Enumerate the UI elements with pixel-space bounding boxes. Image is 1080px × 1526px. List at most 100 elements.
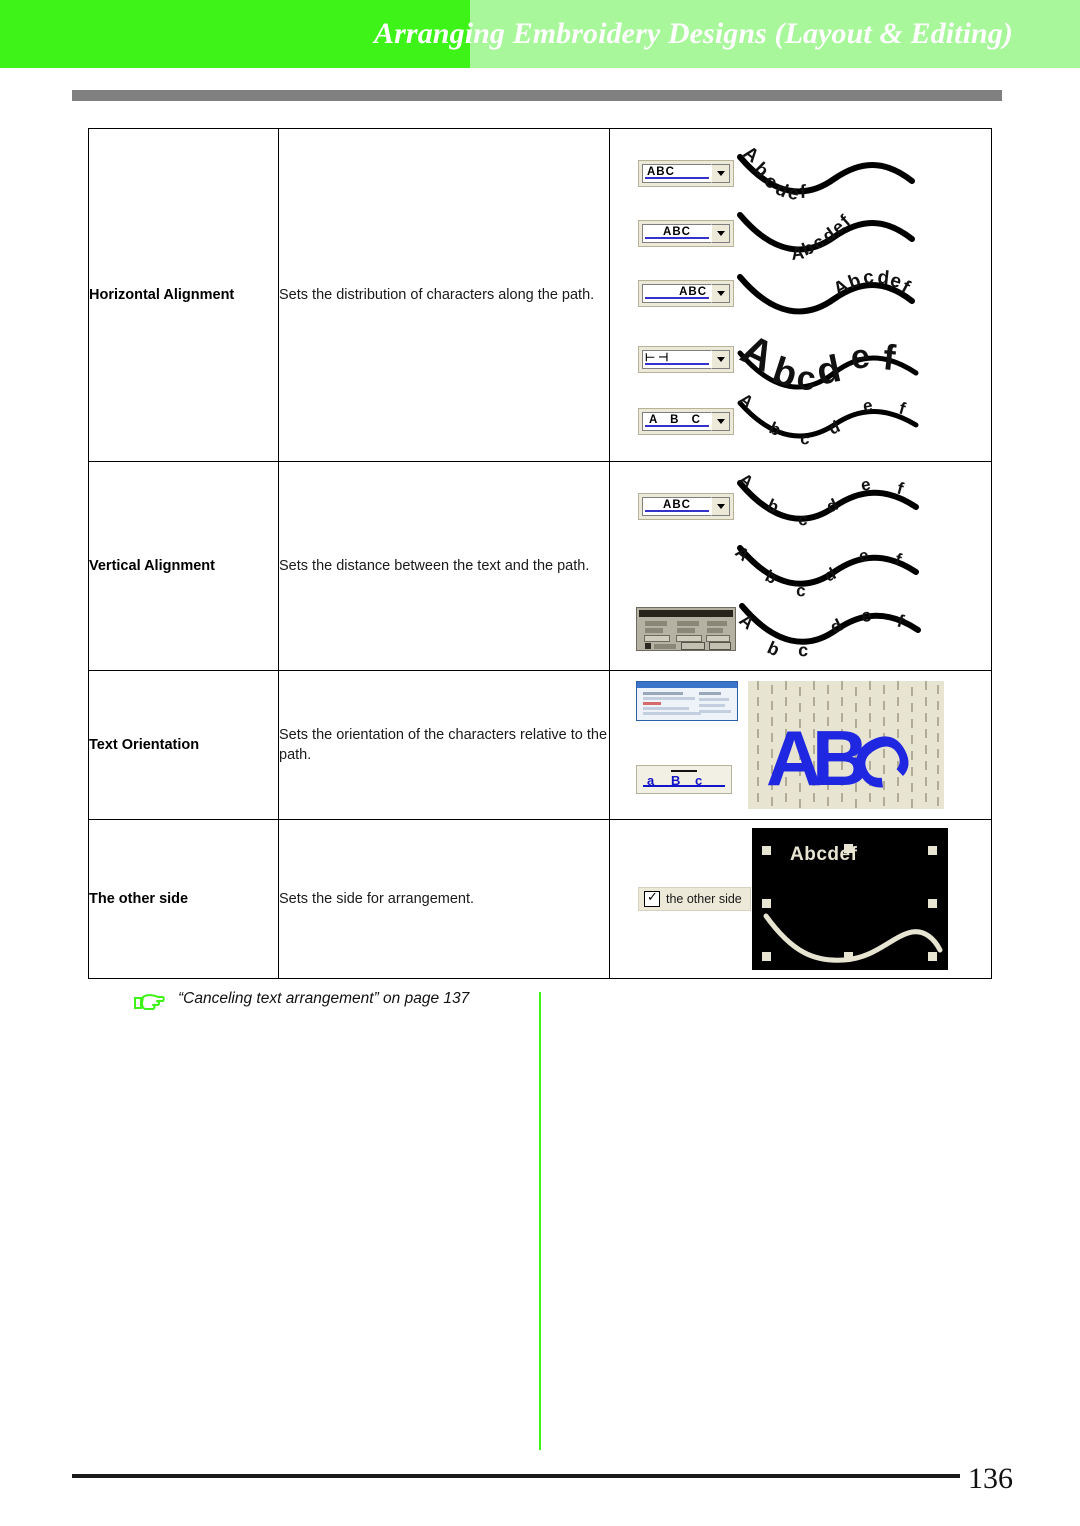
selection-handle[interactable] bbox=[762, 899, 771, 908]
row-description: Sets the side for arrangement. bbox=[278, 819, 610, 979]
row-figure-cell: a B c A B C bbox=[609, 670, 992, 820]
svg-text:A: A bbox=[735, 395, 757, 412]
vertical-alignment-dialog-screenshot[interactable] bbox=[636, 607, 736, 651]
selection-handle[interactable] bbox=[928, 952, 937, 961]
header-divider-rule bbox=[72, 90, 1002, 101]
chevron-down-icon[interactable] bbox=[711, 349, 730, 369]
check-icon: ✓ bbox=[647, 890, 658, 905]
page-number: 136 bbox=[960, 1462, 1013, 1496]
chevron-down-icon[interactable] bbox=[711, 496, 730, 516]
figure-row: ABC A b c d e f bbox=[610, 474, 991, 538]
svg-text:A: A bbox=[735, 475, 757, 492]
combo-value: ABC bbox=[663, 226, 691, 239]
stitch-grid: A B C bbox=[757, 681, 939, 809]
figure-row: ABC A b c d e f bbox=[610, 263, 991, 323]
figure-pane-vertical-alignment: ABC A b c d e f A b c d e f A b c d e f bbox=[610, 462, 991, 670]
path-text-preview-spread: A b c d e f bbox=[735, 395, 919, 447]
svg-text:A: A bbox=[736, 610, 758, 634]
selection-handle[interactable] bbox=[928, 846, 937, 855]
chevron-down-icon[interactable] bbox=[711, 283, 730, 303]
figure-row: A b c d e f bbox=[610, 538, 991, 600]
path-text-preview-below: A b c d e f bbox=[736, 603, 921, 658]
combo-value: ABC bbox=[647, 166, 675, 179]
other-side-checkbox[interactable]: ✓ the other side bbox=[638, 887, 751, 911]
row-description: Sets the distance between the text and t… bbox=[278, 461, 610, 671]
horizontal-alignment-combo-justify[interactable]: ⊢ ⊣ bbox=[638, 345, 734, 373]
row-description: Sets the distribution of characters alon… bbox=[278, 128, 610, 462]
row-term: The other side bbox=[88, 819, 279, 979]
checkbox-box[interactable]: ✓ bbox=[644, 891, 660, 907]
figure-row: ⊢ ⊣ A b c d e f bbox=[610, 323, 991, 395]
path-text-preview-justify: A b c d e f bbox=[734, 325, 919, 395]
svg-text:c: c bbox=[798, 640, 809, 658]
page-header-banner: Arranging Embroidery Designs (Layout & E… bbox=[0, 0, 1080, 68]
selection-handle[interactable] bbox=[844, 844, 853, 853]
chevron-down-icon[interactable] bbox=[711, 223, 730, 243]
selection-handle[interactable] bbox=[844, 952, 853, 961]
cross-reference-note: “Canceling text arrangement” on page 137 bbox=[133, 988, 469, 1019]
horizontal-alignment-combo-center[interactable]: ABC bbox=[638, 219, 734, 247]
svg-text:c: c bbox=[796, 581, 806, 600]
abc-orientation-icon: a B c bbox=[643, 770, 725, 788]
path-text-preview-above: A b c d e f bbox=[735, 475, 919, 529]
svg-text:f: f bbox=[897, 399, 908, 419]
selection-handle[interactable] bbox=[762, 952, 771, 961]
svg-text:c: c bbox=[695, 773, 702, 788]
svg-text:b: b bbox=[766, 418, 783, 440]
settings-description-table: Horizontal Alignment Sets the distributi… bbox=[88, 128, 992, 979]
figure-pane-text-orientation: a B c A B C bbox=[610, 671, 991, 819]
chevron-down-icon[interactable] bbox=[711, 163, 730, 183]
horizontal-alignment-combo-right[interactable]: ABC bbox=[638, 279, 734, 307]
row-term: Horizontal Alignment bbox=[88, 128, 279, 462]
text-orientation-preview-widget[interactable]: a B c bbox=[636, 765, 732, 794]
cross-reference-text[interactable]: “Canceling text arrangement” on page 137 bbox=[178, 988, 469, 1010]
svg-text:c: c bbox=[795, 359, 817, 395]
table-row: The other side Sets the side for arrange… bbox=[88, 819, 992, 979]
combo-field: ⊢ ⊣ bbox=[642, 349, 711, 369]
combo-field: ABC bbox=[642, 223, 711, 243]
selection-handle[interactable] bbox=[928, 899, 937, 908]
svg-text:c: c bbox=[862, 267, 876, 289]
row-figure-cell: ABC A b c d e bbox=[609, 461, 992, 671]
row-description: Sets the orientation of the characters r… bbox=[278, 670, 610, 820]
combo-value: ⊢ ⊣ bbox=[645, 352, 669, 365]
footer-divider-rule bbox=[72, 1474, 1002, 1478]
svg-text:e: e bbox=[860, 605, 872, 626]
figure-pane-other-side: ✓ the other side Abcdef bbox=[610, 820, 991, 978]
svg-text:b: b bbox=[764, 637, 782, 658]
svg-text:c: c bbox=[800, 429, 810, 447]
figure-row: ABC A b c d e f bbox=[610, 203, 991, 263]
path-text-preview-on-path: A b c d e f bbox=[734, 543, 919, 600]
combo-field: A B C bbox=[642, 411, 711, 431]
row-term: Vertical Alignment bbox=[88, 461, 279, 671]
combo-value: ABC bbox=[679, 286, 707, 299]
design-preview-canvas: Abcdef bbox=[752, 828, 948, 970]
svg-text:f: f bbox=[881, 336, 898, 378]
svg-text:B: B bbox=[671, 773, 680, 788]
combo-field: ABC bbox=[642, 163, 711, 183]
row-figure-cell: ABC A b c d e bbox=[609, 128, 992, 462]
horizontal-alignment-combo-spread[interactable]: A B C bbox=[638, 407, 734, 435]
embroidery-preview-canvas: A B C bbox=[748, 681, 944, 809]
svg-text:d: d bbox=[813, 348, 844, 394]
svg-text:f: f bbox=[799, 182, 807, 203]
chevron-down-icon[interactable] bbox=[711, 411, 730, 431]
figure-pane-horizontal-alignment: ABC A b c d e f ABC A b c d e f ABC A b … bbox=[610, 129, 991, 461]
checkbox-label: the other side bbox=[666, 892, 742, 906]
figure-row: ABC A b c d e f bbox=[610, 143, 991, 203]
vertical-alignment-combo[interactable]: ABC bbox=[638, 492, 734, 520]
combo-field: ABC bbox=[642, 283, 711, 303]
path-text-preview-right: A b c d e f bbox=[737, 267, 915, 315]
horizontal-alignment-combo-left[interactable]: ABC bbox=[638, 159, 734, 187]
selection-handle[interactable] bbox=[762, 846, 771, 855]
path-text-preview-left: A b c d e f bbox=[737, 143, 915, 203]
combo-value: A B C bbox=[649, 414, 705, 427]
row-term: Text Orientation bbox=[88, 670, 279, 820]
svg-text:f: f bbox=[895, 479, 906, 499]
text-orientation-dialog-screenshot[interactable] bbox=[636, 681, 738, 721]
green-vertical-divider bbox=[539, 992, 541, 1450]
svg-text:a: a bbox=[647, 773, 655, 788]
path-text-preview-center: A b c d e f bbox=[737, 210, 915, 263]
combo-value: ABC bbox=[663, 499, 691, 512]
figure-row: A B C A b c d e f bbox=[610, 395, 991, 447]
